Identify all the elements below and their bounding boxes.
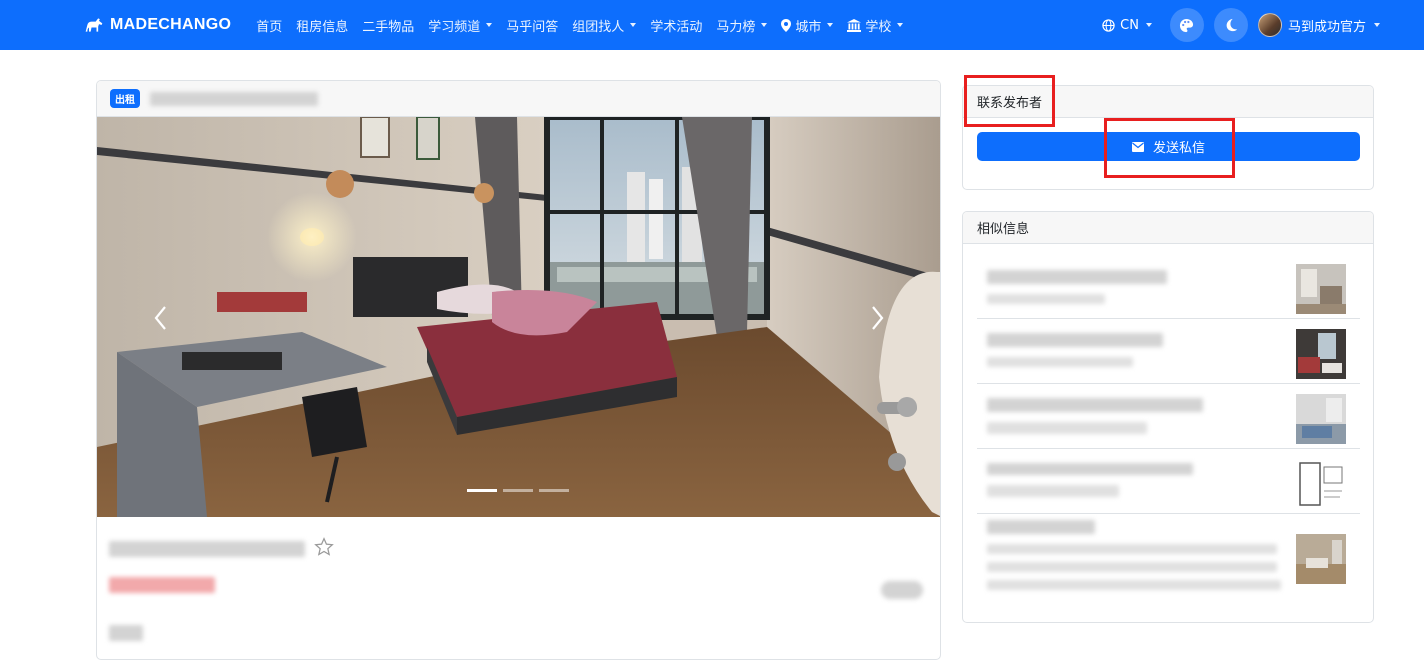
- list-item[interactable]: [977, 449, 1360, 514]
- nav-study-label: 学习频道: [428, 19, 481, 35]
- caret-down-icon: [897, 23, 904, 27]
- similar-card: 相似信息: [962, 211, 1374, 623]
- top-navbar: MADECHANGO 首页 租房信息 二手物品 学习频道 马乎问答 组团找人 学…: [0, 0, 1424, 50]
- nav-qa[interactable]: 马乎问答: [499, 16, 565, 35]
- blurred-item-title: [987, 398, 1203, 412]
- nav-city-label: 城市: [795, 19, 822, 35]
- caret-down-icon: [1374, 23, 1380, 27]
- nav-school-dropdown[interactable]: 学校: [840, 16, 910, 35]
- nav-secondhand[interactable]: 二手物品: [355, 16, 421, 35]
- dark-mode-button[interactable]: [1213, 8, 1248, 42]
- list-item[interactable]: [977, 514, 1360, 609]
- caret-down-icon: [630, 23, 637, 27]
- carousel-indicator[interactable]: [467, 489, 497, 492]
- blurred-item-desc-line: [987, 544, 1277, 554]
- item-thumbnail: [1296, 264, 1346, 314]
- blurred-item-meta: [987, 294, 1105, 304]
- favorite-star-icon[interactable]: [314, 537, 334, 557]
- caret-down-icon: [761, 23, 768, 27]
- carousel-indicators: [467, 489, 569, 492]
- item-thumbnail: [1296, 329, 1346, 379]
- nav-qa-label: 马乎问答: [506, 19, 559, 35]
- theme-button[interactable]: [1169, 8, 1204, 42]
- list-item[interactable]: [977, 254, 1360, 319]
- blurred-item-desc-line: [987, 580, 1281, 590]
- language-label: CN: [1120, 17, 1139, 33]
- blurred-item-title: [987, 463, 1193, 475]
- listing-card: 出租: [96, 80, 941, 660]
- item-thumbnail: [1296, 534, 1346, 584]
- highlight-box-send-button: [1104, 118, 1235, 178]
- nav-links: 首页 租房信息 二手物品 学习频道 马乎问答 组团找人 学术活动 马力榜 城市 …: [249, 16, 910, 35]
- nav-right: CN 马到成功官方: [1102, 0, 1380, 50]
- blurred-item-meta: [987, 422, 1147, 434]
- map-pin-icon: [781, 18, 792, 32]
- avatar: [1257, 13, 1282, 37]
- item-thumbnail: [1296, 394, 1346, 444]
- nav-school-label: 学校: [865, 19, 892, 35]
- user-name: 马到成功官方: [1287, 19, 1366, 35]
- blurred-item-title: [987, 520, 1095, 534]
- blurred-listing-name: [109, 541, 305, 557]
- listing-info: [97, 517, 940, 659]
- brand-name: MADECHANGO: [110, 16, 232, 33]
- carousel-indicator[interactable]: [539, 489, 569, 492]
- list-item[interactable]: [977, 384, 1360, 449]
- similar-list: [977, 254, 1360, 609]
- blurred-item-meta: [987, 485, 1119, 497]
- listing-type-badge: 出租: [110, 89, 140, 108]
- blurred-price: [109, 577, 215, 593]
- caret-down-icon: [486, 23, 493, 27]
- room-photo: [97, 117, 940, 517]
- blurred-label: [109, 625, 143, 641]
- nav-home-label: 首页: [256, 19, 283, 35]
- nav-secondhand-label: 二手物品: [362, 19, 415, 35]
- nav-ranking-dropdown[interactable]: 马力榜: [709, 16, 774, 35]
- image-carousel[interactable]: [97, 117, 940, 517]
- globe-icon: [1102, 18, 1115, 32]
- list-item[interactable]: [977, 319, 1360, 384]
- blurred-item-meta: [987, 357, 1133, 367]
- nav-team-label: 组团找人: [572, 19, 625, 35]
- user-menu[interactable]: 马到成功官方: [1257, 13, 1380, 37]
- nav-team-dropdown[interactable]: 组团找人: [565, 16, 643, 35]
- highlight-box-contact-header: [964, 75, 1055, 127]
- carousel-indicator[interactable]: [503, 489, 533, 492]
- caret-down-icon: [1145, 23, 1152, 27]
- brand-logo[interactable]: MADECHANGO: [84, 16, 231, 34]
- blurred-tag: [881, 581, 923, 599]
- nav-ranking-label: 马力榜: [716, 19, 756, 35]
- nav-academic-label: 学术活动: [650, 19, 703, 35]
- blurred-item-title: [987, 333, 1163, 347]
- similar-header: 相似信息: [963, 212, 1373, 244]
- listing-header: 出租: [97, 81, 940, 117]
- blurred-listing-title: [150, 91, 318, 106]
- nav-city-dropdown[interactable]: 城市: [774, 16, 840, 35]
- bank-icon: [847, 18, 862, 32]
- item-thumbnail: [1296, 459, 1346, 509]
- nav-rental[interactable]: 租房信息: [289, 16, 355, 35]
- horse-icon: [85, 18, 103, 32]
- carousel-next-icon[interactable]: [865, 303, 889, 333]
- nav-rental-label: 租房信息: [296, 19, 349, 35]
- nav-home[interactable]: 首页: [249, 16, 289, 35]
- palette-icon: [1180, 18, 1194, 32]
- nav-academic[interactable]: 学术活动: [643, 16, 709, 35]
- carousel-prev-icon[interactable]: [149, 303, 173, 333]
- moon-icon: [1226, 18, 1238, 32]
- caret-down-icon: [827, 23, 834, 27]
- blurred-item-title: [987, 270, 1167, 284]
- nav-study-dropdown[interactable]: 学习频道: [421, 16, 499, 35]
- blurred-item-desc-line: [987, 562, 1277, 572]
- language-dropdown[interactable]: CN: [1102, 18, 1152, 33]
